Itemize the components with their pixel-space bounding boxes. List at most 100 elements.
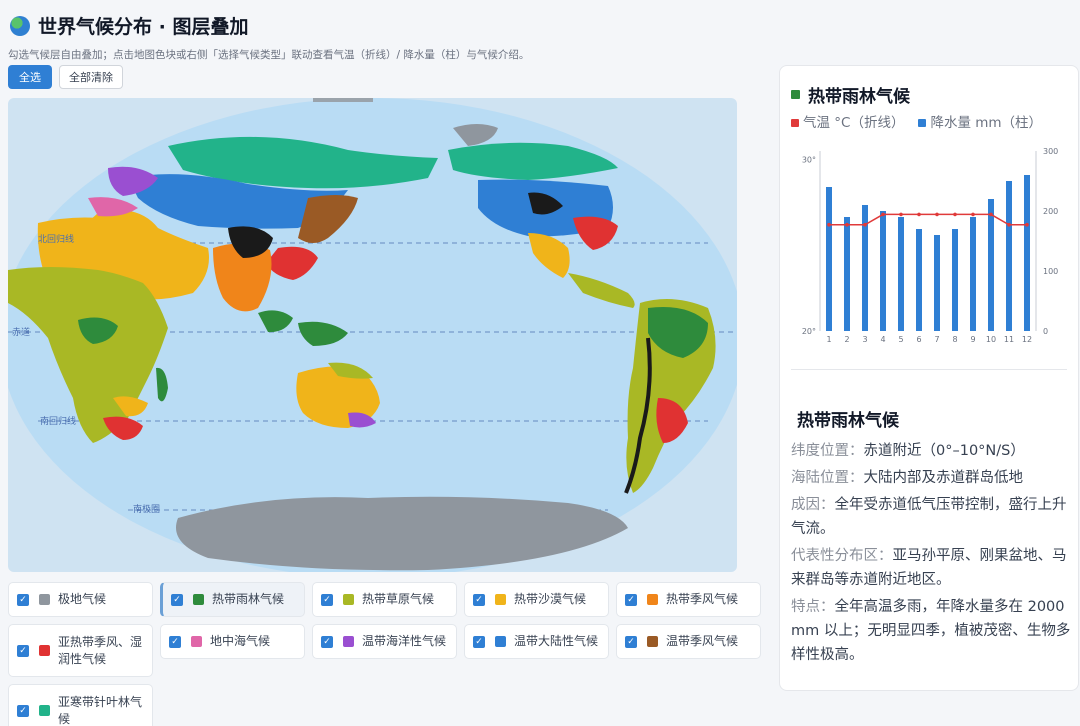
climate-chart: 010020030020°30°1 2 3 4 5 6 7 8 9 10 11 12	[802, 147, 1058, 344]
chart-legend: 气温 °C（折线） 降水量 mm（柱）	[791, 111, 1042, 131]
legend-item[interactable]: ✓ 热带沙漠气候	[464, 582, 609, 617]
clear-all-button[interactable]: 全部清除	[59, 65, 123, 89]
info-key: 成因：	[791, 497, 835, 513]
temp-point	[899, 212, 903, 217]
map-top-edge	[313, 98, 373, 102]
color-swatch	[193, 594, 204, 605]
right-tick-label: 300	[1043, 147, 1058, 156]
temp-point	[953, 212, 957, 217]
legend-label: 温带季风气候	[666, 634, 739, 648]
right-tick-label: 100	[1043, 267, 1058, 276]
month-tick-label: 8	[952, 335, 957, 344]
precip-bar	[826, 187, 832, 331]
checkbox[interactable]: ✓	[321, 593, 333, 606]
checkbox[interactable]: ✓	[171, 593, 183, 606]
legend-label: 热带雨林气候	[212, 592, 285, 606]
month-tick-label: 2	[844, 335, 849, 344]
temp-point	[881, 212, 885, 217]
left-tick-label: 30°	[802, 156, 816, 165]
legend-item[interactable]: ✓ 温带大陆性气候	[464, 624, 609, 659]
precip-bar	[898, 217, 904, 331]
color-swatch	[495, 636, 506, 647]
precip-bar	[1024, 175, 1030, 331]
checkbox[interactable]: ✓	[625, 593, 637, 606]
checkbox[interactable]: ✓	[473, 593, 485, 606]
checkbox[interactable]: ✓	[625, 635, 637, 648]
color-swatch	[39, 594, 50, 605]
legend-item[interactable]: ✓ 热带季风气候	[616, 582, 761, 617]
color-swatch	[343, 636, 354, 647]
legend-item[interactable]: ✓ 热带雨林气候	[160, 582, 305, 617]
info-value: 大陆内部及赤道群岛低地	[863, 470, 1024, 486]
precip-bar	[880, 211, 886, 331]
legend-label: 亚寒带针叶林气候	[58, 694, 143, 726]
temp-point	[827, 222, 831, 227]
checkbox[interactable]: ✓	[321, 635, 333, 648]
info-title: 热带雨林气候	[797, 411, 899, 431]
info-key: 代表性分布区：	[791, 548, 893, 564]
color-swatch	[343, 594, 354, 605]
checkbox[interactable]: ✓	[473, 635, 485, 648]
legend-item[interactable]: ✓ 温带季风气候	[616, 624, 761, 659]
page-subtitle: 勾选气候层自由叠加；点击地图色块或右侧「选择气候类型」联动查看气温（折线）/ 降…	[8, 49, 530, 61]
right-tick-label: 0	[1043, 327, 1048, 336]
checkbox[interactable]: ✓	[169, 635, 181, 648]
info-body: 纬度位置：赤道附近（0°–10°N/S） 海陆位置：大陆内部及赤道群岛低地 成因：全…	[791, 439, 1071, 670]
month-tick-label: 11	[1004, 335, 1014, 344]
month-tick-label: 6	[916, 335, 921, 344]
temp-point	[971, 212, 975, 217]
legend-item[interactable]: ✓ 地中海气候	[160, 624, 305, 659]
info-row: 海陆位置：大陆内部及赤道群岛低地	[791, 466, 1071, 490]
temp-point	[989, 212, 993, 217]
temp-point	[917, 212, 921, 217]
legend-label: 温带大陆性气候	[514, 634, 599, 648]
temp-swatch	[791, 119, 799, 127]
climate-map-app: 世界气候分布 · 图层叠加 勾选气候层自由叠加；点击地图色块或右侧「选择气候类型…	[0, 0, 1080, 726]
month-tick-label: 5	[898, 335, 903, 344]
legend-temp-label: 气温 °C（折线）	[803, 115, 905, 131]
color-swatch	[39, 705, 50, 716]
temp-point	[845, 222, 849, 227]
temp-point	[1007, 222, 1011, 227]
info-row: 代表性分布区：亚马孙平原、刚果盆地、马来群岛等赤道附近地区。	[791, 544, 1071, 592]
checkbox[interactable]: ✓	[17, 593, 29, 606]
title-row: 世界气候分布 · 图层叠加	[10, 12, 248, 39]
region-antarctica-polar[interactable]	[176, 496, 628, 571]
legend-label: 热带沙漠气候	[514, 592, 587, 606]
legend-label: 热带季风气候	[666, 592, 739, 606]
precip-bar	[952, 229, 958, 331]
precip-bar	[934, 235, 940, 331]
color-swatch	[647, 636, 658, 647]
legend-item[interactable]: ✓ 温带海洋性气候	[312, 624, 457, 659]
world-climate-map[interactable]: 北回归线 赤道 南回归线 南极圈	[8, 98, 737, 572]
color-swatch	[647, 594, 658, 605]
checkbox[interactable]: ✓	[17, 704, 29, 717]
legend-item[interactable]: ✓ 亚寒带针叶林气候	[8, 684, 153, 726]
legend-temp: 气温 °C（折线）	[791, 111, 904, 131]
legend-precip: 降水量 mm（柱）	[918, 111, 1042, 131]
panel-divider	[791, 369, 1067, 370]
legend-label: 亚热带季风、湿润性气候	[58, 634, 143, 666]
info-key: 特点：	[791, 599, 835, 615]
precip-bar	[916, 229, 922, 331]
checkbox[interactable]: ✓	[17, 644, 29, 657]
page-title: 世界气候分布 · 图层叠加	[38, 16, 249, 38]
info-row: 纬度位置：赤道附近（0°–10°N/S）	[791, 439, 1071, 463]
climate-detail-panel: 热带雨林气候 气温 °C（折线） 降水量 mm（柱） 0 100 200 300 20°…	[779, 65, 1079, 691]
precip-bar	[844, 217, 850, 331]
precip-bar	[970, 217, 976, 331]
north-tropic-label: 北回归线	[38, 233, 74, 245]
legend-item[interactable]: ✓ 热带草原气候	[312, 582, 457, 617]
panel-color-swatch	[791, 90, 800, 99]
legend-item[interactable]: ✓ 极地气候	[8, 582, 153, 617]
select-all-button[interactable]: 全选	[8, 65, 52, 89]
antarctic-circle-label: 南极圈	[133, 503, 160, 515]
panel-title: 热带雨林气候	[808, 87, 910, 107]
info-row: 特点：全年高温多雨，年降水量多在 2000 mm 以上；无明显四季，植被茂密、生…	[791, 595, 1071, 667]
info-value: 赤道附近（0°–10°N/S）	[863, 443, 1025, 459]
month-tick-label: 3	[862, 335, 867, 344]
month-tick-label: 9	[970, 335, 975, 344]
precip-swatch	[918, 119, 927, 127]
legend-precip-label: 降水量 mm（柱）	[930, 115, 1043, 131]
legend-item[interactable]: ✓ 亚热带季风、湿润性气候	[8, 624, 153, 677]
